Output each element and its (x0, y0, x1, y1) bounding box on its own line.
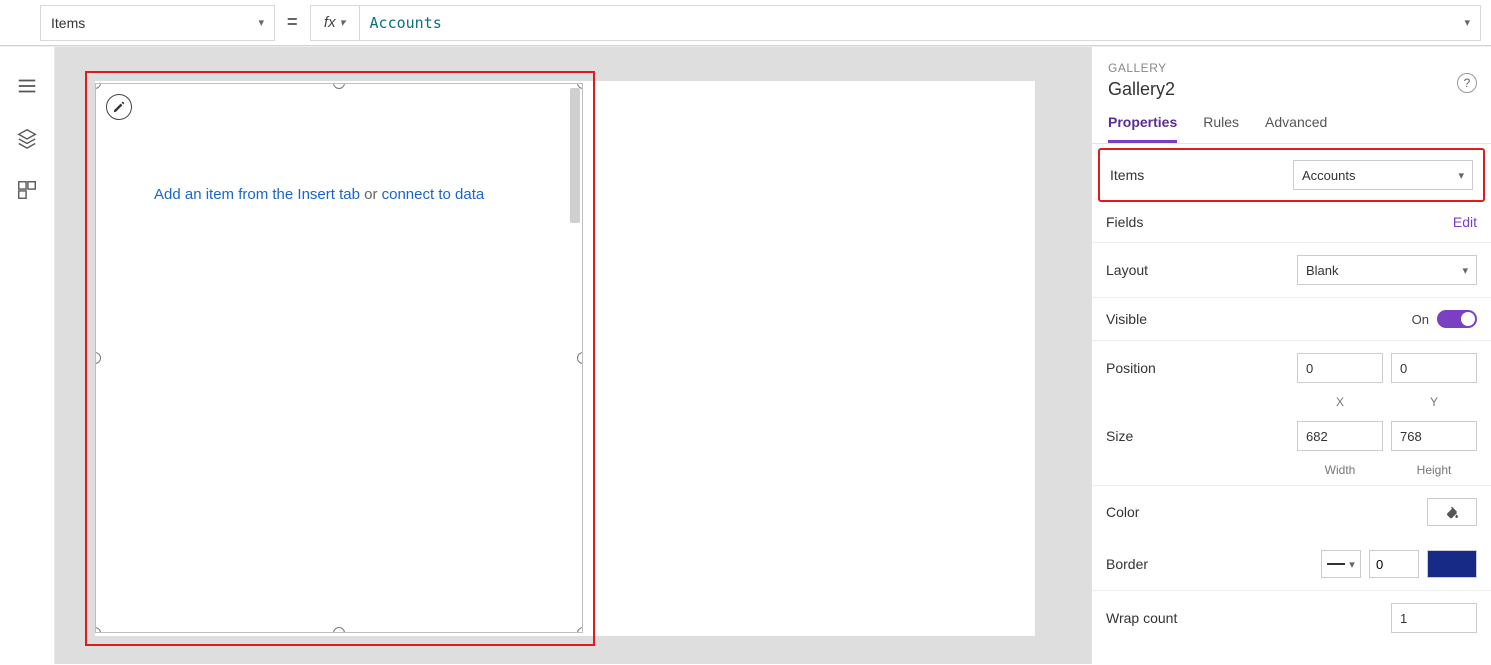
row-wrap-count: Wrap count (1092, 591, 1491, 645)
fx-button[interactable]: fx ▾ (310, 5, 360, 41)
color-picker[interactable] (1427, 498, 1477, 526)
size-label: Size (1106, 428, 1133, 444)
border-label: Border (1106, 556, 1148, 572)
row-size: Size (1092, 417, 1491, 463)
fx-label: fx (324, 14, 336, 31)
pencil-icon (112, 100, 126, 114)
position-label: Position (1106, 360, 1156, 376)
equals-sign: = (287, 12, 298, 33)
height-label: Height (1391, 463, 1477, 477)
color-label: Color (1106, 504, 1139, 520)
properties-panel: GALLERY Gallery2 ? Properties Rules Adva… (1091, 47, 1491, 664)
canvas[interactable]: Add an item from the Insert tab or conne… (55, 47, 1091, 664)
size-height-input[interactable] (1391, 421, 1477, 451)
paint-bucket-icon (1444, 504, 1460, 520)
position-sublabels: X Y (1092, 395, 1491, 417)
panel-header: GALLERY Gallery2 ? (1092, 47, 1491, 100)
tab-advanced[interactable]: Advanced (1265, 114, 1327, 143)
fields-edit-link[interactable]: Edit (1453, 214, 1477, 230)
tab-rules[interactable]: Rules (1203, 114, 1239, 143)
hamburger-icon[interactable] (16, 75, 38, 97)
tab-properties[interactable]: Properties (1108, 114, 1177, 143)
x-label: X (1297, 395, 1383, 409)
layout-dropdown[interactable]: Blank ▾ (1297, 255, 1477, 285)
formula-input[interactable]: Accounts ▾ (360, 5, 1481, 41)
items-label: Items (1110, 167, 1144, 183)
gallery-hint: Add an item from the Insert tab or conne… (154, 186, 484, 203)
chevron-down-icon: ▾ (1349, 558, 1355, 571)
gallery-control[interactable]: Add an item from the Insert tab or conne… (95, 83, 583, 633)
resize-handle[interactable] (333, 83, 345, 89)
row-items: Items Accounts ▾ (1098, 148, 1485, 202)
left-rail (0, 47, 55, 664)
main: Add an item from the Insert tab or conne… (0, 46, 1491, 664)
chevron-down-icon: ▾ (1458, 169, 1464, 182)
row-position: Position (1092, 341, 1491, 395)
resize-handle[interactable] (333, 627, 345, 633)
edit-template-button[interactable] (106, 94, 132, 120)
layers-icon[interactable] (16, 127, 38, 149)
size-width-input[interactable] (1297, 421, 1383, 451)
visible-toggle[interactable] (1437, 310, 1477, 328)
border-color-swatch[interactable] (1427, 550, 1477, 578)
help-icon[interactable]: ? (1457, 73, 1477, 93)
chevron-down-icon: ▾ (1464, 16, 1470, 29)
chevron-down-icon: ▾ (1462, 264, 1468, 277)
row-border: Border ▾ (1092, 538, 1491, 591)
visible-on-label: On (1412, 312, 1429, 327)
size-sublabels: Width Height (1092, 463, 1491, 486)
panel-tabs: Properties Rules Advanced (1092, 100, 1491, 144)
property-dropdown-label: Items (51, 15, 85, 31)
control-name[interactable]: Gallery2 (1108, 79, 1475, 100)
visible-label: Visible (1106, 311, 1147, 327)
resize-handle[interactable] (577, 627, 583, 633)
position-y-input[interactable] (1391, 353, 1477, 383)
resize-handle[interactable] (95, 83, 101, 89)
resize-handle[interactable] (95, 627, 101, 633)
width-label: Width (1297, 463, 1383, 477)
control-type: GALLERY (1108, 61, 1475, 75)
chevron-down-icon: ▾ (340, 16, 346, 29)
resize-handle[interactable] (577, 352, 583, 364)
items-value: Accounts (1302, 168, 1355, 183)
wrap-count-input[interactable] (1391, 603, 1477, 633)
scrollbar[interactable] (570, 88, 580, 223)
items-dropdown[interactable]: Accounts ▾ (1293, 160, 1473, 190)
fields-label: Fields (1106, 214, 1143, 230)
border-width-input[interactable] (1369, 550, 1419, 578)
chevron-down-icon: ▾ (258, 16, 264, 29)
row-layout: Layout Blank ▾ (1092, 243, 1491, 298)
hint-or: or (360, 186, 382, 203)
insert-link[interactable]: Add an item from the Insert tab (154, 186, 360, 203)
layout-label: Layout (1106, 262, 1148, 278)
y-label: Y (1391, 395, 1477, 409)
border-style-dropdown[interactable]: ▾ (1321, 550, 1361, 578)
wrap-label: Wrap count (1106, 610, 1177, 626)
layout-value: Blank (1306, 263, 1339, 278)
formula-text: Accounts (370, 14, 442, 32)
position-x-input[interactable] (1297, 353, 1383, 383)
connect-data-link[interactable]: connect to data (382, 186, 485, 203)
row-visible: Visible On (1092, 298, 1491, 341)
property-dropdown[interactable]: Items ▾ (40, 5, 275, 41)
row-fields: Fields Edit (1092, 202, 1491, 243)
components-icon[interactable] (16, 179, 38, 201)
resize-handle[interactable] (95, 352, 101, 364)
row-color: Color (1092, 486, 1491, 538)
formula-bar: Items ▾ = fx ▾ Accounts ▾ (0, 0, 1491, 46)
